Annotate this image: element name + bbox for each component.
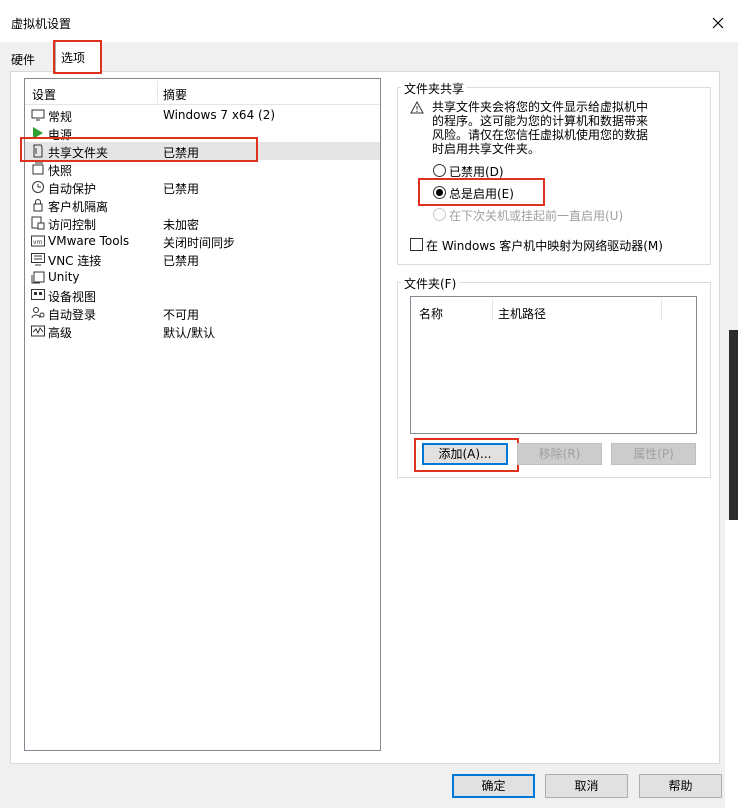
row-name: 共享文件夹	[48, 146, 109, 160]
row-summary: 不可用	[163, 308, 200, 322]
settings-row-unity[interactable]: Unity	[25, 268, 380, 286]
column-separator[interactable]	[661, 299, 662, 321]
radio-disabled-label[interactable]: 已禁用(D)	[449, 163, 504, 180]
advanced-icon	[31, 324, 45, 338]
settings-list[interactable]: 设置 摘要 常规 Windows 7 x64 (2) 电源 共享文件夹 已禁用 …	[24, 78, 381, 751]
close-button[interactable]	[708, 13, 728, 33]
ok-button[interactable]: 确定	[452, 774, 535, 798]
column-header-name[interactable]: 名称	[419, 305, 443, 322]
unity-icon	[31, 270, 45, 284]
row-summary: 未加密	[163, 218, 200, 232]
column-header-summary[interactable]: 摘要	[163, 86, 187, 103]
row-summary: Windows 7 x64 (2)	[163, 108, 276, 122]
row-name: 自动登录	[48, 308, 97, 322]
add-folder-button[interactable]: 添加(A)...	[422, 443, 508, 465]
settings-row-advanced[interactable]: 高级 默认/默认	[25, 322, 380, 340]
folder-properties-button[interactable]: 属性(P)	[611, 443, 696, 465]
row-name: 客户机隔离	[48, 200, 109, 214]
device-view-icon	[31, 288, 45, 302]
clock-icon	[31, 180, 45, 194]
map-network-drive-checkbox[interactable]	[410, 238, 423, 251]
row-name: VMware Tools	[48, 234, 130, 248]
row-summary: 已禁用	[163, 254, 200, 268]
settings-row-autologin[interactable]: 自动登录 不可用	[25, 304, 380, 322]
folders-group-title: 文件夹(F)	[401, 275, 460, 292]
monitor-icon	[31, 108, 45, 122]
radio-until-shutdown-label[interactable]: 在下次关机或挂起前一直启用(U)	[449, 207, 623, 224]
cancel-button[interactable]: 取消	[545, 774, 628, 798]
settings-row-access-control[interactable]: 访问控制 未加密	[25, 214, 380, 232]
row-name: 访问控制	[48, 218, 97, 232]
vm-icon: vm	[31, 234, 45, 248]
folders-list[interactable]: 名称 主机路径	[410, 296, 697, 434]
row-summary: 已禁用	[163, 146, 200, 160]
warning-icon	[410, 101, 424, 114]
shared-folders-warning: 共享文件夹会将您的文件显示给虚拟机中的程序。这可能为您的计算机和数据带来风险。请…	[432, 100, 649, 156]
radio-always-enabled-label[interactable]: 总是启用(E)	[449, 185, 514, 202]
svg-text:vm: vm	[33, 239, 43, 246]
settings-row-vmware-tools[interactable]: vm VMware Tools 关闭时间同步	[25, 232, 380, 250]
help-button[interactable]: 帮助	[639, 774, 722, 798]
lock-icon	[31, 198, 45, 212]
title-bar: 虚拟机设置	[0, 0, 738, 42]
column-header-setting[interactable]: 设置	[32, 86, 56, 103]
map-network-drive-label[interactable]: 在 Windows 客户机中映射为网络驱动器(M)	[426, 237, 663, 254]
column-separator[interactable]	[157, 81, 158, 103]
settings-row-vnc[interactable]: VNC 连接 已禁用	[25, 250, 380, 268]
tab-options[interactable]: 选项	[55, 41, 102, 73]
play-icon	[31, 126, 45, 140]
row-name: VNC 连接	[48, 254, 102, 268]
row-name: 电源	[48, 128, 73, 142]
row-name: 自动保护	[48, 182, 97, 196]
snapshot-icon	[31, 162, 45, 176]
settings-row-power[interactable]: 电源	[25, 124, 380, 142]
tab-strip	[0, 42, 738, 72]
row-name: 高级	[48, 326, 73, 340]
radio-always-enabled[interactable]	[433, 186, 446, 199]
folder-sharing-group-title: 文件夹共享	[401, 80, 468, 97]
window-title: 虚拟机设置	[11, 17, 72, 31]
close-icon	[712, 17, 724, 29]
row-name: 快照	[48, 164, 73, 178]
radio-disabled[interactable]	[433, 164, 446, 177]
settings-row-shared-folders[interactable]: 共享文件夹 已禁用	[25, 142, 380, 160]
shared-folder-icon	[31, 144, 45, 158]
row-name: 设备视图	[48, 290, 97, 304]
access-control-icon	[31, 216, 45, 230]
row-name: Unity	[48, 270, 80, 284]
radio-until-shutdown[interactable]	[433, 208, 446, 221]
settings-row-general[interactable]: 常规 Windows 7 x64 (2)	[25, 106, 380, 124]
row-summary: 已禁用	[163, 182, 200, 196]
settings-row-snapshot[interactable]: 快照	[25, 160, 380, 178]
remove-folder-button[interactable]: 移除(R)	[517, 443, 602, 465]
row-summary: 默认/默认	[163, 326, 216, 340]
settings-row-autoprotect[interactable]: 自动保护 已禁用	[25, 178, 380, 196]
settings-row-guest-isolation[interactable]: 客户机隔离	[25, 196, 380, 214]
tab-hardware[interactable]: 硬件	[11, 51, 35, 68]
column-separator[interactable]	[492, 299, 493, 321]
row-summary: 关闭时间同步	[163, 236, 236, 250]
background-window-edge-light	[725, 520, 738, 808]
autologin-icon	[31, 306, 45, 320]
vnc-icon	[31, 252, 45, 266]
settings-list-header: 设置 摘要	[25, 79, 380, 105]
row-name: 常规	[48, 110, 73, 124]
column-header-host-path[interactable]: 主机路径	[498, 305, 546, 322]
settings-row-device-view[interactable]: 设备视图	[25, 286, 380, 304]
